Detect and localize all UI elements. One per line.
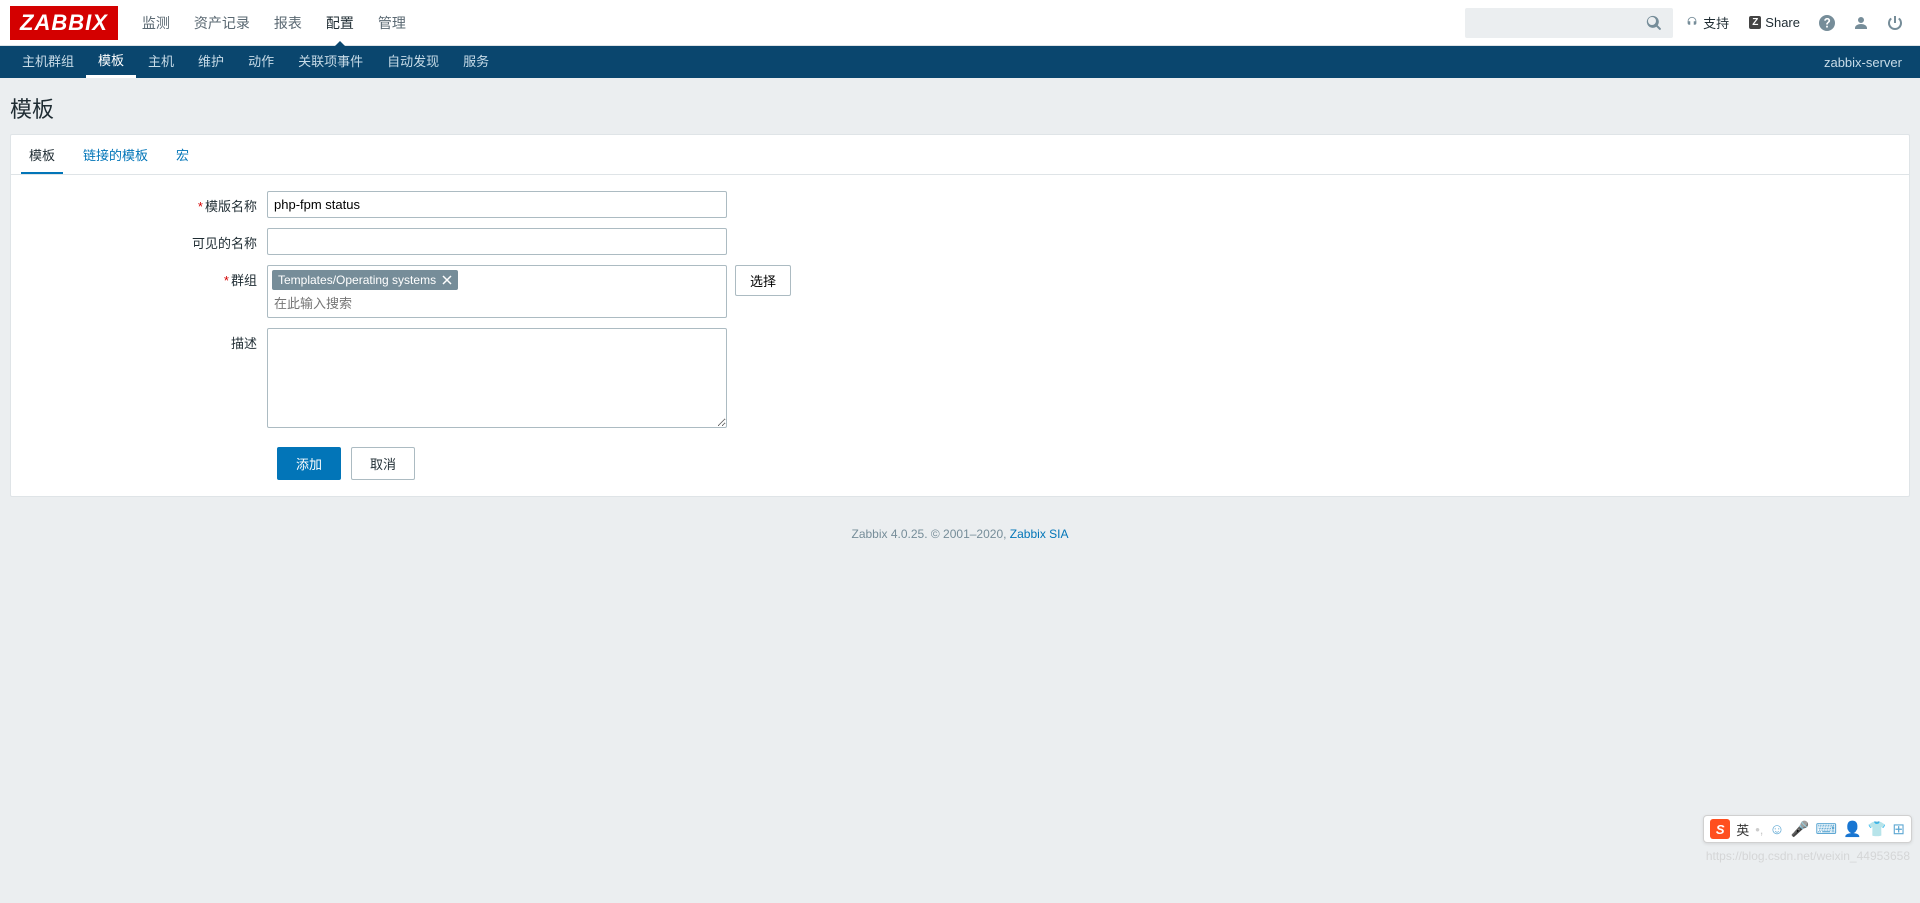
subnav-actions[interactable]: 动作 <box>236 46 286 78</box>
main-nav: 监测 资产记录 报表 配置 管理 <box>130 0 418 46</box>
ime-skin-icon[interactable]: 👕 <box>1868 820 1887 838</box>
server-name-label: zabbix-server <box>1824 55 1910 70</box>
ime-sep: •, <box>1755 822 1763 837</box>
form-tabs: 模板 链接的模板 宏 <box>11 135 1909 175</box>
z-badge-icon: Z <box>1749 16 1761 29</box>
footer-link[interactable]: Zabbix SIA <box>1010 527 1069 541</box>
label-template-name: *模版名称 <box>27 191 267 215</box>
input-template-name[interactable] <box>267 191 727 218</box>
tab-macros[interactable]: 宏 <box>168 135 197 174</box>
subnav-maintenance[interactable]: 维护 <box>186 46 236 78</box>
nav-monitor[interactable]: 监测 <box>130 0 182 46</box>
ime-smiley-icon[interactable]: ☺ <box>1769 821 1784 838</box>
textarea-description[interactable] <box>267 328 727 428</box>
share-label: Share <box>1765 15 1800 30</box>
subnav-discovery[interactable]: 自动发现 <box>375 46 451 78</box>
page-heading: 模板 <box>0 78 1920 134</box>
chip-group: Templates/Operating systems <box>272 270 458 290</box>
footer: Zabbix 4.0.25. © 2001–2020, Zabbix SIA <box>0 497 1920 551</box>
power-icon[interactable] <box>1880 8 1910 38</box>
label-visible-name: 可见的名称 <box>27 228 267 252</box>
add-button[interactable]: 添加 <box>277 447 341 480</box>
form-buttons: 添加 取消 <box>277 447 1893 480</box>
multiselect-groups[interactable]: Templates/Operating systems <box>267 265 727 318</box>
subnav-hostgroups[interactable]: 主机群组 <box>10 46 86 78</box>
sub-nav: 主机群组 模板 主机 维护 动作 关联项事件 自动发现 服务 zabbix-se… <box>0 46 1920 78</box>
logo[interactable]: ZABBIX <box>10 6 118 40</box>
header-right: 支持 Z Share <box>1465 8 1910 38</box>
subnav-services[interactable]: 服务 <box>451 46 501 78</box>
label-description: 描述 <box>27 328 267 352</box>
input-groups-search[interactable] <box>270 292 724 315</box>
watermark: https://blog.csdn.net/weixin_44953658 <box>1706 849 1910 863</box>
support-label: 支持 <box>1703 13 1729 32</box>
ime-grid-icon[interactable]: ⊞ <box>1892 820 1905 838</box>
search-icon[interactable] <box>1639 8 1669 38</box>
form-panel: 模板 链接的模板 宏 *模版名称 可见的名称 *群组 Templates/Ope… <box>10 134 1910 497</box>
nav-config[interactable]: 配置 <box>314 0 366 46</box>
ime-logo-icon: S <box>1710 819 1730 839</box>
ime-lang-label[interactable]: 英 <box>1736 820 1749 839</box>
top-header: ZABBIX 监测 资产记录 报表 配置 管理 支持 Z Share <box>0 0 1920 46</box>
share-button[interactable]: Z Share <box>1741 8 1808 38</box>
row-groups: *群组 Templates/Operating systems 选择 <box>27 265 1893 318</box>
nav-admin[interactable]: 管理 <box>366 0 418 46</box>
tab-template[interactable]: 模板 <box>21 135 63 174</box>
chip-group-label: Templates/Operating systems <box>278 273 436 287</box>
cancel-button[interactable]: 取消 <box>351 447 415 480</box>
subnav-templates[interactable]: 模板 <box>86 46 136 78</box>
page-title: 模板 <box>10 92 1910 124</box>
footer-text: Zabbix 4.0.25. © 2001–2020, <box>852 527 1010 541</box>
nav-reports[interactable]: 报表 <box>262 0 314 46</box>
input-visible-name[interactable] <box>267 228 727 255</box>
label-groups: *群组 <box>27 265 267 289</box>
row-template-name: *模版名称 <box>27 191 1893 218</box>
ime-keyboard-icon[interactable]: ⌨ <box>1815 820 1837 838</box>
row-description: 描述 <box>27 328 1893 431</box>
form-area: *模版名称 可见的名称 *群组 Templates/Operating syst… <box>11 175 1909 496</box>
nav-inventory[interactable]: 资产记录 <box>182 0 262 46</box>
search-box <box>1465 8 1673 38</box>
button-select-groups[interactable]: 选择 <box>735 265 791 296</box>
chip-remove-icon[interactable] <box>442 275 452 285</box>
help-icon[interactable] <box>1812 8 1842 38</box>
support-button[interactable]: 支持 <box>1677 8 1737 38</box>
tab-linked-templates[interactable]: 链接的模板 <box>75 135 156 174</box>
ime-mic-icon[interactable]: 🎤 <box>1791 820 1810 838</box>
subnav-correlation[interactable]: 关联项事件 <box>286 46 375 78</box>
search-input[interactable] <box>1469 9 1639 36</box>
ime-user-icon[interactable]: 👤 <box>1843 820 1862 838</box>
ime-toolbar[interactable]: S 英 •, ☺ 🎤 ⌨ 👤 👕 ⊞ <box>1703 815 1912 843</box>
subnav-hosts[interactable]: 主机 <box>136 46 186 78</box>
user-icon[interactable] <box>1846 8 1876 38</box>
row-visible-name: 可见的名称 <box>27 228 1893 255</box>
